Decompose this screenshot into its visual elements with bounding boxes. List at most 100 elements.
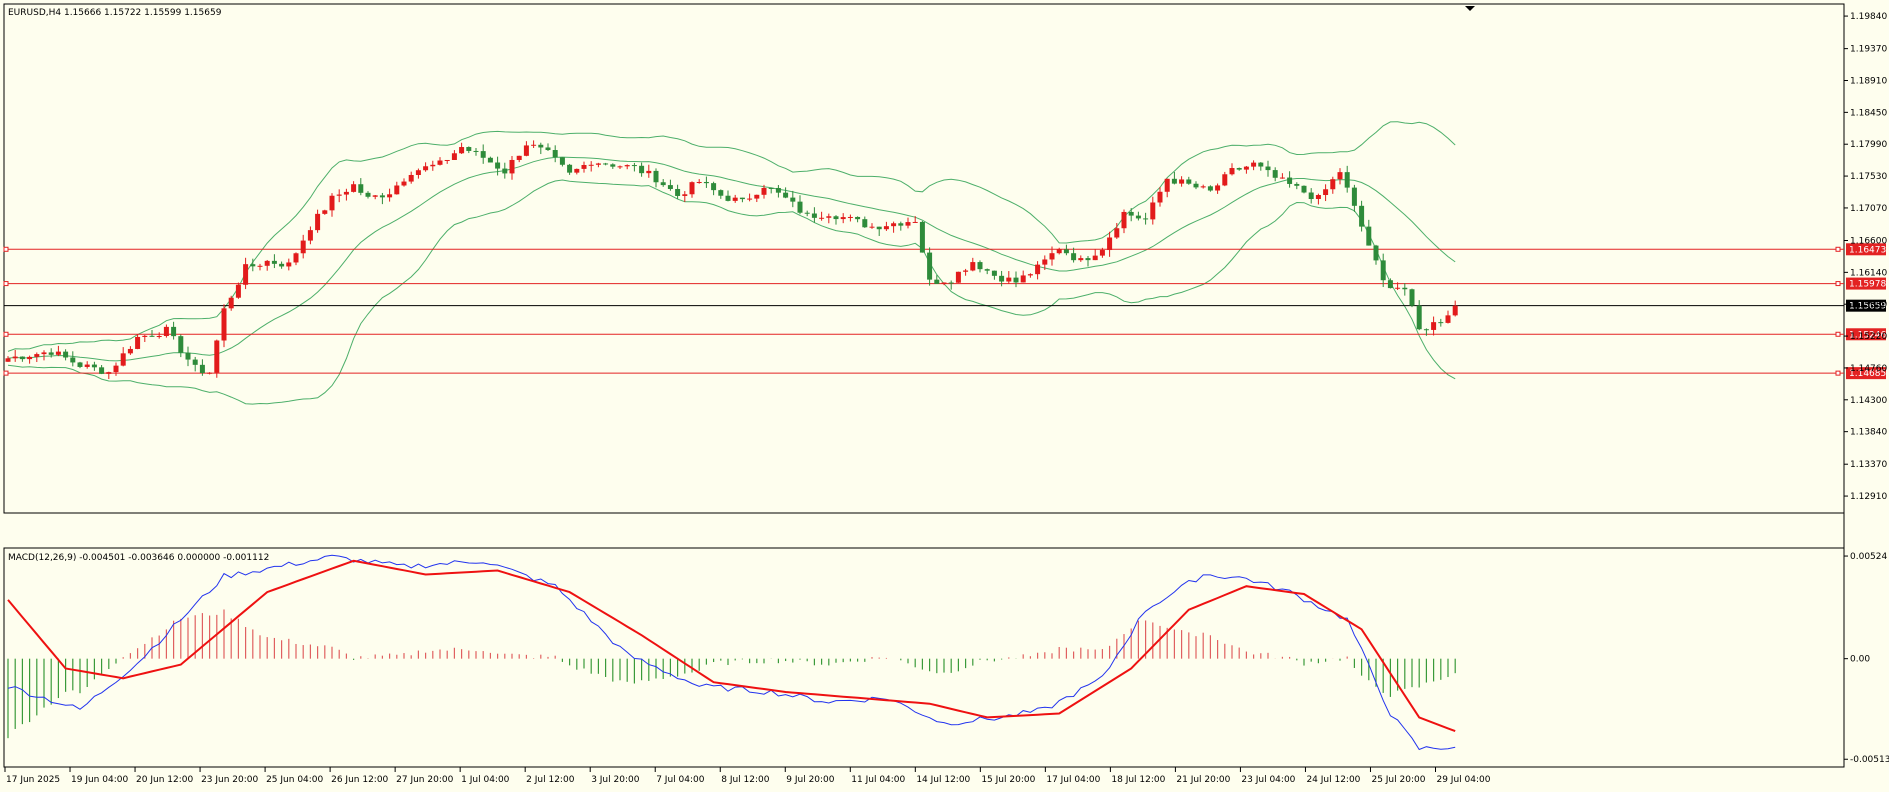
bear-candle [1294, 183, 1300, 186]
time-tick-label: 15 Jul 20:00 [981, 775, 1035, 785]
bull-candle [1006, 277, 1012, 282]
bull-candle [1323, 189, 1329, 196]
bull-candle [1330, 179, 1336, 190]
bull-candle [84, 364, 90, 367]
bull-candle [293, 253, 299, 263]
bear-candle [804, 212, 810, 214]
bull-candle [1157, 191, 1163, 203]
bear-candle [977, 262, 983, 270]
bear-candle [1207, 186, 1213, 191]
price-tick-label: 1.12910 [1850, 492, 1887, 502]
time-tick-label: 11 Jul 04:00 [851, 775, 905, 785]
macd-tick-label: 0.00524 [1850, 552, 1887, 562]
price-tick-label: 1.15680 [1850, 300, 1887, 310]
bear-candle [545, 147, 551, 151]
bull-candle [207, 372, 213, 374]
bull-candle [300, 240, 306, 254]
level-handle-right [1835, 331, 1841, 337]
bear-candle [1416, 305, 1422, 330]
time-tick-label: 23 Jul 04:00 [1241, 775, 1295, 785]
bear-candle [660, 182, 666, 186]
bull-candle [588, 164, 594, 166]
bear-candle [876, 226, 882, 230]
bull-candle [1121, 211, 1127, 229]
level-handle-right [1835, 246, 1841, 252]
price-tick-label: 1.13840 [1850, 428, 1887, 438]
bull-candle [1445, 315, 1451, 323]
time-tick-label: 25 Jul 20:00 [1371, 775, 1425, 785]
bear-candle [487, 157, 493, 163]
price-tick-label: 1.18910 [1850, 76, 1887, 86]
bear-candle [178, 336, 184, 353]
bull-candle [696, 181, 702, 183]
bull-candle [819, 217, 825, 219]
macd-tick-label: -0.005135 [1850, 755, 1889, 765]
bull-candle [106, 372, 112, 374]
price-tick-label: 1.16600 [1850, 236, 1887, 246]
macd-header: MACD(12,26,9) -0.004501 -0.003646 0.0000… [8, 553, 269, 563]
bull-candle [761, 187, 767, 195]
bear-candle [999, 275, 1005, 282]
bear-candle [639, 165, 645, 174]
price-tick-label: 1.17990 [1850, 140, 1887, 150]
macd-lines [7, 554, 1456, 751]
bear-candle [495, 162, 501, 169]
bull-candle [732, 197, 738, 201]
bear-candle [725, 195, 731, 201]
bull-candle [163, 326, 169, 337]
time-tick-label: 3 Jul 20:00 [591, 775, 640, 785]
price-tick-label: 1.16140 [1850, 268, 1887, 278]
bull-candle [1027, 274, 1033, 276]
bull-candle [12, 356, 18, 359]
bull-candle [27, 356, 33, 360]
level-price-label: 1.16473 [1849, 245, 1886, 255]
bollinger-bands [7, 121, 1456, 405]
bear-candle [1085, 258, 1091, 261]
bear-candle [1143, 218, 1149, 220]
macd-tick-label: 0.00 [1850, 655, 1870, 665]
bull-candle [747, 198, 753, 200]
bear-candle [703, 181, 709, 184]
bear-candle [1351, 187, 1357, 206]
bull-candle [516, 155, 522, 160]
bear-candle [379, 195, 385, 198]
bull-candle [581, 165, 587, 169]
time-axis: 17 Jun 2025 19 Jun 04:00 20 Jun 12:00 23 Ju… [4, 767, 1491, 785]
macd-pane-frame [3, 547, 1845, 768]
bull-candle [617, 166, 623, 168]
bear-candle [1308, 192, 1314, 199]
bull-candle [689, 182, 695, 195]
bull-candle [1251, 162, 1257, 167]
time-tick-label: 29 Jul 04:00 [1436, 775, 1490, 785]
bear-candle [833, 216, 839, 220]
bear-candle [1359, 205, 1365, 227]
bear-candle [63, 351, 69, 358]
bull-candle [1092, 255, 1098, 261]
bull-candle [430, 164, 436, 167]
time-tick-label: 9 Jul 20:00 [786, 775, 835, 785]
chart-canvas: 1.164731.159781.152461.146851.15659 1.19… [3, 3, 1889, 785]
bull-candle [1042, 259, 1048, 265]
bull-candle [264, 260, 270, 266]
level-handle-left [3, 246, 9, 252]
time-tick-label: 19 Jun 04:00 [71, 775, 128, 785]
bear-candle [667, 185, 673, 189]
shift-marker-icon[interactable] [1465, 6, 1475, 11]
bear-candle [365, 192, 371, 197]
time-tick-label: 8 Jul 12:00 [721, 775, 770, 785]
bull-candle [891, 223, 897, 227]
bull-candle [336, 194, 342, 196]
bull-candle [624, 165, 630, 167]
bear-candle [1287, 177, 1293, 184]
bull-candle [423, 166, 429, 171]
bull-candle [1243, 166, 1249, 170]
bull-candle [257, 265, 263, 267]
bull-candle [595, 163, 601, 165]
bear-candle [603, 163, 609, 165]
level-price-label: 1.15978 [1849, 280, 1886, 290]
bull-candle [451, 153, 457, 160]
macd-axis: 0.00524 0.00 -0.005135 [1844, 552, 1889, 765]
bear-candle [480, 151, 486, 158]
bull-candle [1222, 174, 1228, 186]
time-tick-label: 20 Jun 12:00 [136, 775, 193, 785]
